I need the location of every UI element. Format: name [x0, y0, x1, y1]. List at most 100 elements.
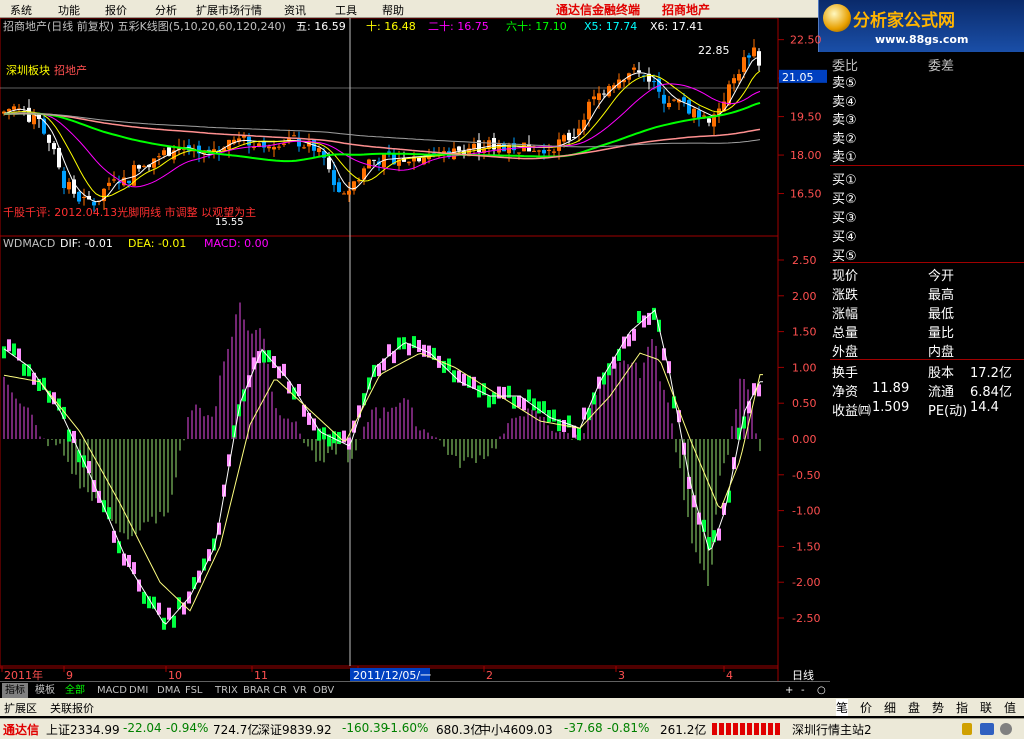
buy-level-2: 买②: [832, 192, 857, 207]
tab-dma[interactable]: DMA: [154, 683, 183, 698]
detail-tab-2[interactable]: 细: [884, 699, 896, 716]
stat-label2-0: 股本: [928, 366, 955, 381]
menu-item-2[interactable]: 报价: [105, 2, 127, 18]
stat-label-2: 收益㈣: [832, 404, 872, 419]
detail-tab-6[interactable]: 联: [980, 699, 992, 716]
candle-body: [272, 147, 276, 150]
tab-指标[interactable]: 指标: [2, 683, 28, 698]
candle-body: [367, 159, 371, 169]
candle-body: [107, 182, 111, 186]
tab-dmi[interactable]: DMI: [126, 683, 151, 698]
tab-brar[interactable]: BRAR: [240, 683, 273, 698]
sh-change: -22.04: [123, 721, 162, 735]
tab-macd[interactable]: MACD: [94, 683, 130, 698]
detail-tab-0[interactable]: 笔: [836, 699, 849, 716]
divider: [830, 359, 1024, 360]
candle-body: [52, 143, 56, 150]
quote-label-0: 现价: [832, 269, 859, 284]
logo-url: www.88gs.com: [875, 33, 969, 46]
menu-item-7[interactable]: 帮助: [382, 2, 404, 18]
settings-icon[interactable]: [1000, 723, 1012, 735]
quote-label-3: 总量: [832, 326, 859, 341]
menu-item-1[interactable]: 功能: [58, 2, 80, 18]
candle-body: [112, 179, 116, 181]
candle-body: [347, 190, 351, 195]
macd-candle: [172, 615, 176, 628]
detail-tab-1[interactable]: 价: [860, 699, 872, 716]
buy-level-3: 买③: [832, 211, 857, 226]
macd-candle: [527, 389, 531, 402]
candle-body: [517, 152, 521, 154]
menu-item-5[interactable]: 资讯: [284, 2, 306, 18]
zoom-btn-0[interactable]: +: [782, 683, 796, 698]
menu-item-0[interactable]: 系统: [10, 2, 32, 18]
dif-line: [3, 309, 763, 625]
tab-全部[interactable]: 全部: [62, 683, 88, 698]
date-tick: 4: [726, 669, 733, 681]
candle-body: [737, 74, 741, 81]
candle-body: [27, 107, 31, 122]
network-icon: [980, 723, 994, 735]
macd-candle: [307, 412, 311, 425]
candle-body: [387, 151, 391, 153]
tab-vr[interactable]: VR: [290, 683, 310, 698]
tab-trix[interactable]: TRIX: [212, 683, 241, 698]
candle-body: [252, 147, 256, 149]
macd-candle: [2, 346, 6, 359]
tab-fsl[interactable]: FSL: [182, 683, 206, 698]
ma10-line: [3, 70, 761, 198]
lock-icon: [962, 723, 972, 735]
macd-candle: [122, 553, 126, 566]
price-tick: 19.50: [790, 111, 822, 124]
macd-candle: [542, 401, 546, 414]
quote-label-r-3: 量比: [928, 326, 955, 341]
stat-value2-2: 14.4: [970, 400, 999, 415]
detail-tab-4[interactable]: 势: [932, 699, 944, 716]
zoom-btn-1[interactable]: -: [798, 683, 808, 698]
sector-label: 深圳板块: [6, 63, 50, 77]
tab-obv[interactable]: OBV: [310, 683, 337, 698]
detail-tab-3[interactable]: 盘: [908, 699, 920, 716]
quote-label-r-4: 内盘: [928, 345, 955, 360]
x5-value: X5: 17.74: [584, 20, 637, 33]
macd-candle: [642, 315, 646, 328]
macd-candle: [112, 530, 116, 543]
candle-body: [747, 55, 751, 58]
chart-area[interactable]: 22.50 2 1.00 19.50 18.00 16.50 21.05 2.50 2.00 1.…: [0, 18, 830, 681]
candle-body: [267, 146, 271, 149]
zx-index[interactable]: 中小4609.03: [479, 721, 553, 738]
candle-body: [302, 147, 306, 149]
detail-tab-7[interactable]: 值: [1004, 699, 1016, 716]
sh-pct: -0.94%: [166, 721, 209, 735]
sz-change: -160.39: [342, 721, 389, 735]
tab-extension[interactable]: 扩展区: [4, 700, 37, 716]
candle-body: [127, 180, 131, 184]
menu-item-6[interactable]: 工具: [335, 2, 357, 18]
sh-index[interactable]: 上证2334.99: [46, 721, 120, 738]
date-tick: 2: [486, 669, 493, 681]
sz-index[interactable]: 深证9839.92: [258, 721, 332, 738]
price-tick: 22.50: [790, 34, 822, 47]
detail-tab-5[interactable]: 指: [956, 699, 968, 716]
tab-模板[interactable]: 模板: [32, 683, 58, 698]
candle-body: [332, 170, 336, 186]
signal-bars-icon: [712, 723, 782, 735]
dif-value: DIF: -0.01: [60, 237, 113, 250]
tab-related-quote[interactable]: 关联报价: [50, 700, 94, 716]
candle-body: [342, 193, 346, 195]
macd-candle: [517, 395, 521, 408]
sell-level-3: 卖③: [832, 113, 857, 128]
station-name[interactable]: 深圳行情主站2: [792, 721, 872, 738]
candle-body: [702, 115, 706, 117]
candle-body: [567, 132, 571, 141]
buy-level-1: 买①: [832, 173, 857, 188]
menu-item-4[interactable]: 扩展市场行情: [196, 2, 262, 18]
zoom-btn-2[interactable]: ○: [814, 683, 829, 698]
menu-item-3[interactable]: 分析: [155, 2, 177, 18]
tab-cr[interactable]: CR: [270, 683, 290, 698]
kline-title: 招商地产(日线 前复权) 五彩K线图(5,10,20,60,120,240): [3, 19, 286, 33]
macd-candle: [537, 401, 541, 414]
macd-candle: [12, 343, 16, 356]
zx-amount: 261.2亿: [660, 723, 707, 737]
status-brand: 通达信: [3, 723, 40, 737]
